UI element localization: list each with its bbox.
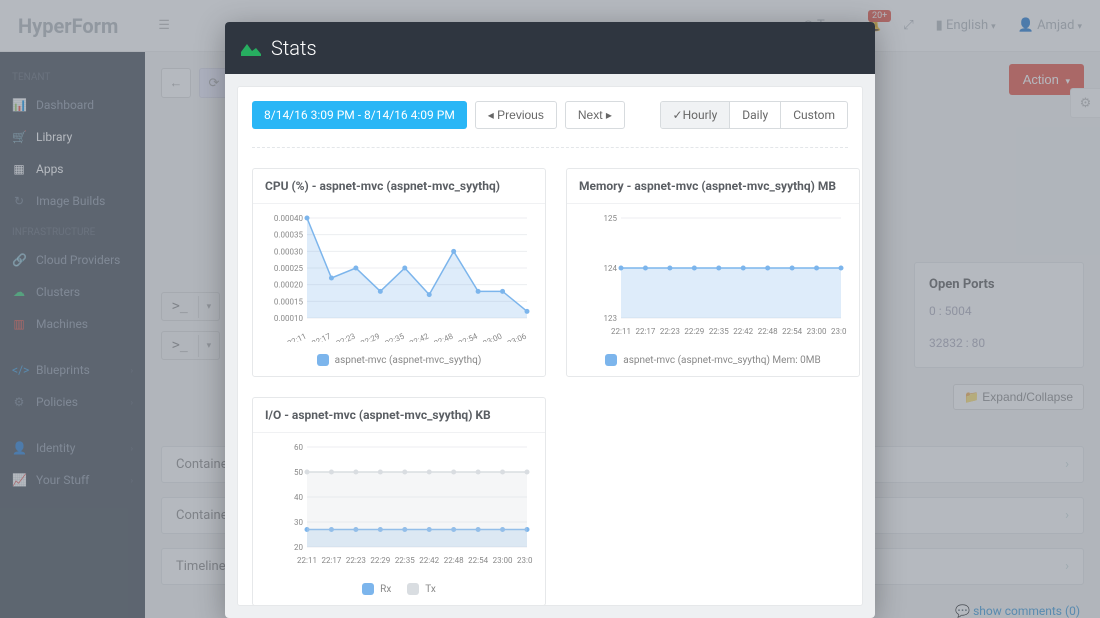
svg-text:60: 60 — [294, 443, 303, 452]
svg-text:23:06: 23:06 — [831, 327, 847, 336]
svg-text:0.00025: 0.00025 — [274, 264, 304, 273]
svg-text:23:00: 23:00 — [493, 556, 513, 565]
svg-text:40: 40 — [294, 493, 303, 502]
svg-text:22:29: 22:29 — [370, 556, 390, 565]
svg-text:23:06: 23:06 — [506, 331, 528, 342]
svg-text:22:17: 22:17 — [321, 556, 341, 565]
cpu-chart: CPU (%) - aspnet-mvc (aspnet-mvc_syythq)… — [252, 168, 546, 377]
svg-text:123: 123 — [604, 314, 618, 323]
legend-swatch — [407, 583, 419, 595]
svg-text:0.00010: 0.00010 — [274, 314, 304, 323]
svg-text:22:35: 22:35 — [384, 331, 406, 342]
svg-text:125: 125 — [604, 214, 618, 223]
svg-text:0.00040: 0.00040 — [274, 214, 304, 223]
seg-daily[interactable]: Daily — [730, 102, 781, 128]
svg-text:23:00: 23:00 — [807, 327, 827, 336]
svg-text:50: 50 — [294, 468, 303, 477]
svg-text:22:54: 22:54 — [782, 327, 802, 336]
svg-text:22:17: 22:17 — [635, 327, 655, 336]
stats-modal: Stats 8/14/16 3:09 PM - 8/14/16 4:09 PM … — [225, 22, 875, 618]
svg-text:0.00035: 0.00035 — [274, 231, 304, 240]
chart-title: Memory - aspnet-mvc (aspnet-mvc_syythq) … — [567, 169, 859, 204]
granularity-segment: ✓Hourly Daily Custom — [660, 101, 848, 129]
svg-text:22:11: 22:11 — [611, 327, 631, 336]
svg-text:0.00020: 0.00020 — [274, 281, 304, 290]
svg-text:20: 20 — [294, 543, 303, 552]
seg-custom[interactable]: Custom — [781, 102, 847, 128]
svg-text:22:23: 22:23 — [660, 327, 680, 336]
chart-title: CPU (%) - aspnet-mvc (aspnet-mvc_syythq) — [253, 169, 545, 204]
svg-text:22:11: 22:11 — [286, 332, 308, 342]
area-chart-icon — [241, 40, 261, 56]
svg-text:22:48: 22:48 — [444, 556, 464, 565]
svg-text:22:42: 22:42 — [419, 556, 439, 565]
svg-text:22:29: 22:29 — [684, 327, 704, 336]
svg-text:23:06: 23:06 — [517, 556, 533, 565]
svg-text:124: 124 — [604, 264, 618, 273]
seg-hourly[interactable]: ✓Hourly — [661, 102, 731, 128]
svg-text:22:48: 22:48 — [758, 327, 778, 336]
range-toolbar: 8/14/16 3:09 PM - 8/14/16 4:09 PM ◂ Prev… — [252, 101, 848, 148]
legend-swatch — [317, 354, 329, 366]
svg-text:22:11: 22:11 — [297, 556, 317, 565]
caret-left-icon: ◂ — [488, 108, 494, 122]
svg-text:22:35: 22:35 — [709, 327, 729, 336]
next-button[interactable]: Next ▸ — [565, 101, 625, 129]
svg-text:0.00015: 0.00015 — [274, 297, 304, 306]
svg-text:30: 30 — [294, 518, 303, 527]
svg-text:22:17: 22:17 — [310, 331, 332, 342]
svg-text:22:48: 22:48 — [433, 331, 455, 342]
memory-chart: Memory - aspnet-mvc (aspnet-mvc_syythq) … — [566, 168, 860, 377]
legend-swatch — [605, 354, 617, 366]
legend-swatch — [362, 583, 374, 595]
svg-text:23:00: 23:00 — [482, 331, 504, 342]
caret-right-icon: ▸ — [606, 108, 612, 122]
svg-text:22:23: 22:23 — [346, 556, 366, 565]
svg-text:0.00030: 0.00030 — [274, 247, 304, 256]
check-icon: ✓ — [673, 108, 683, 122]
date-range[interactable]: 8/14/16 3:09 PM - 8/14/16 4:09 PM — [252, 101, 467, 129]
svg-text:22:42: 22:42 — [733, 327, 753, 336]
svg-text:22:29: 22:29 — [359, 332, 381, 342]
svg-text:22:54: 22:54 — [457, 331, 479, 342]
svg-text:22:42: 22:42 — [408, 331, 430, 342]
svg-text:22:54: 22:54 — [468, 556, 488, 565]
chart-title: I/O - aspnet-mvc (aspnet-mvc_syythq) KB — [253, 398, 545, 433]
previous-button[interactable]: ◂ Previous — [475, 101, 557, 129]
io-chart: I/O - aspnet-mvc (aspnet-mvc_syythq) KB … — [252, 397, 546, 606]
svg-text:22:23: 22:23 — [335, 332, 357, 342]
modal-title: Stats — [271, 36, 317, 60]
modal-header: Stats — [225, 22, 875, 74]
svg-text:22:35: 22:35 — [395, 556, 415, 565]
